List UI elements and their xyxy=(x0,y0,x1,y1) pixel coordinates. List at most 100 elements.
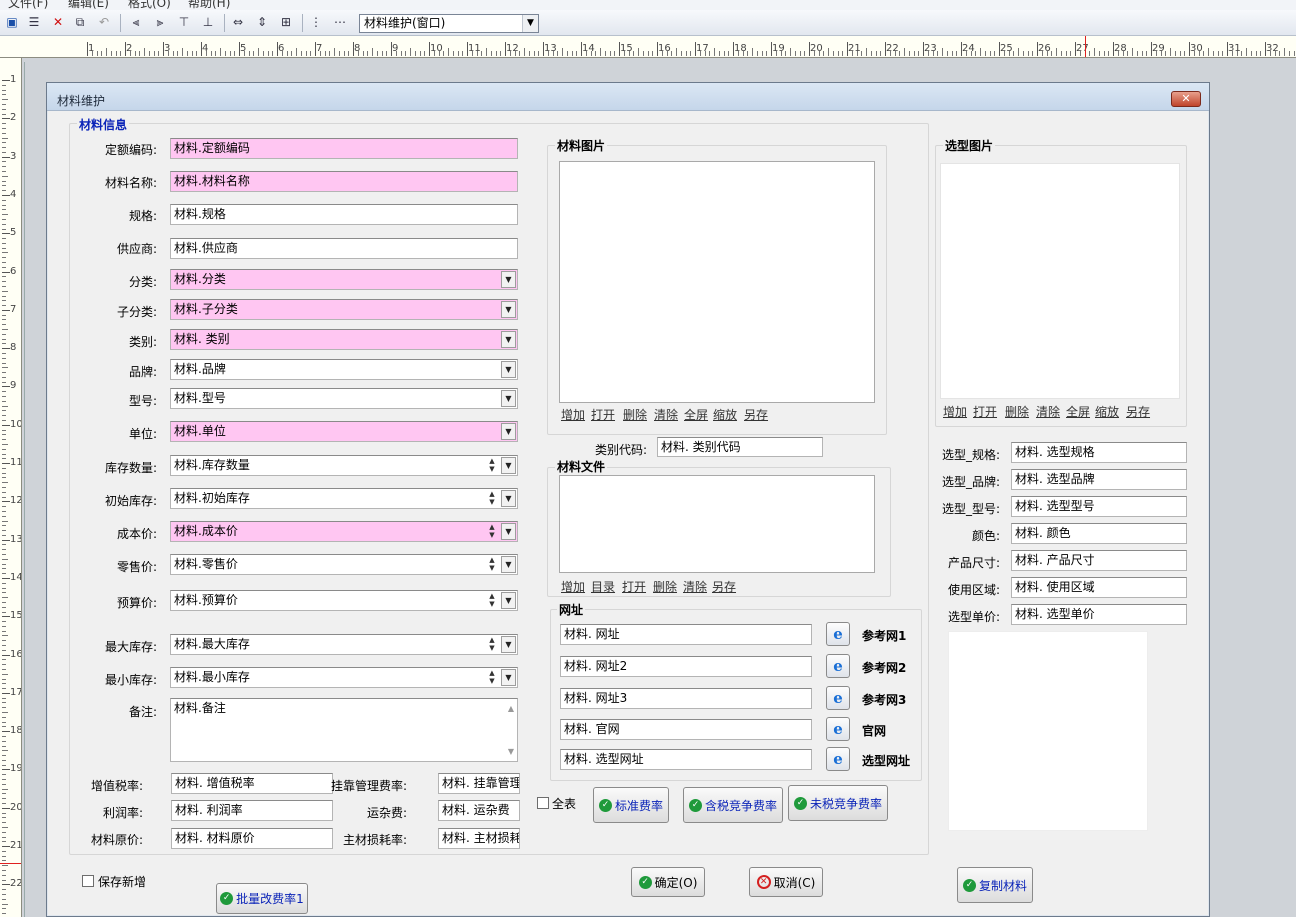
link-2[interactable]: 打开 xyxy=(622,578,646,595)
link-4[interactable]: 清除 xyxy=(683,578,707,595)
spin-down-icon[interactable]: ▼ xyxy=(485,531,499,539)
field-input[interactable]: 材料.型号 ▼ xyxy=(170,388,518,409)
link-5[interactable]: 缩放 xyxy=(713,406,737,423)
link-3[interactable]: 清除 xyxy=(1036,403,1060,420)
field-input[interactable]: 材料.最小库存 ▼ ▲ ▼ xyxy=(170,667,518,688)
url-input[interactable]: 材料. 网址3 xyxy=(560,688,812,709)
material-picture[interactable] xyxy=(559,161,875,403)
ok-button[interactable]: ✓ 确定(O) xyxy=(631,867,705,897)
rate-input[interactable]: 材料. 主材损耗 xyxy=(438,828,520,849)
field-input[interactable]: 材料.规格 xyxy=(170,204,518,225)
link-1[interactable]: 打开 xyxy=(591,406,615,423)
field-input[interactable]: 材料.定额编码 xyxy=(170,138,518,159)
spin-down-icon[interactable]: ▼ xyxy=(485,465,499,473)
field-input[interactable]: 材料.成本价 ▼ ▲ ▼ xyxy=(170,521,518,542)
spin-down-icon[interactable]: ▼ xyxy=(485,564,499,572)
copy-icon[interactable]: ⧉ xyxy=(72,14,88,30)
link-3[interactable]: 清除 xyxy=(654,406,678,423)
spin-up-icon[interactable]: ▲ xyxy=(485,669,499,677)
scroll-up-icon[interactable]: ▲ xyxy=(508,701,514,716)
spin-up-icon[interactable]: ▲ xyxy=(485,490,499,498)
menu-file[interactable]: 文件(F) xyxy=(8,0,48,10)
spin-up-icon[interactable]: ▲ xyxy=(485,523,499,531)
selection-input[interactable]: 材料. 选型品牌 xyxy=(1011,469,1187,490)
chevron-down-icon[interactable]: ▼ xyxy=(501,301,516,318)
selection-input[interactable]: 材料. 选型规格 xyxy=(1011,442,1187,463)
spin-up-icon[interactable]: ▲ xyxy=(485,556,499,564)
link-4[interactable]: 全屏 xyxy=(684,406,708,423)
chevron-down-icon[interactable]: ▼ xyxy=(501,490,516,507)
link-1[interactable]: 目录 xyxy=(591,578,615,595)
cancel-button[interactable]: ✕ 取消(C) xyxy=(749,867,823,897)
chevron-down-icon[interactable]: ▼ xyxy=(501,423,516,440)
link-0[interactable]: 增加 xyxy=(943,403,967,420)
field-input[interactable]: 材料.备注 ▲ ▼ xyxy=(170,698,518,762)
link-6[interactable]: 另存 xyxy=(744,406,768,423)
vertical-spacing-icon[interactable]: ⋮ xyxy=(308,14,324,30)
same-width-icon[interactable]: ⇔ xyxy=(230,14,246,30)
field-input[interactable]: 材料.单位 ▼ xyxy=(170,421,518,442)
menu-edit[interactable]: 编辑(E) xyxy=(68,0,109,10)
selection-input[interactable]: 材料. 颜色 xyxy=(1011,523,1187,544)
chevron-down-icon[interactable]: ▼ xyxy=(501,523,516,540)
url-input[interactable]: 材料. 网址 xyxy=(560,624,812,645)
url-input[interactable]: 材料. 选型网址 xyxy=(560,749,812,770)
link-2[interactable]: 删除 xyxy=(623,406,647,423)
menu-help[interactable]: 帮助(H) xyxy=(188,0,230,10)
chevron-down-icon[interactable]: ▼ xyxy=(501,331,516,348)
link-0[interactable]: 增加 xyxy=(561,578,585,595)
field-input[interactable]: 材料.材料名称 xyxy=(170,171,518,192)
field-input[interactable]: 材料.最大库存 ▼ ▲ ▼ xyxy=(170,634,518,655)
spin-down-icon[interactable]: ▼ xyxy=(485,600,499,608)
horizontal-spacing-icon[interactable]: ⋯ xyxy=(332,14,348,30)
taxed-competitive-rate-button[interactable]: ✓ 含税竞争费率 xyxy=(683,787,783,823)
spin-down-icon[interactable]: ▼ xyxy=(485,677,499,685)
selection-input[interactable]: 材料. 选型型号 xyxy=(1011,496,1187,517)
link-6[interactable]: 另存 xyxy=(1126,403,1150,420)
selection-picture[interactable] xyxy=(940,163,1180,399)
link-5[interactable]: 另存 xyxy=(712,578,736,595)
untaxed-competitive-rate-button[interactable]: ✓ 未税竞争费率 xyxy=(788,785,888,821)
chevron-down-icon[interactable]: ▼ xyxy=(501,457,516,474)
field-input[interactable]: 材料. 类别 ▼ xyxy=(170,329,518,350)
save-new-checkbox[interactable] xyxy=(82,875,94,887)
spin-down-icon[interactable]: ▼ xyxy=(485,498,499,506)
rate-input[interactable]: 材料. 挂靠管理 xyxy=(438,773,520,794)
spin-buttons[interactable]: ▲ ▼ xyxy=(485,592,499,609)
align-top-icon[interactable]: ⊤ xyxy=(176,14,192,30)
link-0[interactable]: 增加 xyxy=(561,406,585,423)
spin-up-icon[interactable]: ▲ xyxy=(485,636,499,644)
spin-up-icon[interactable]: ▲ xyxy=(485,592,499,600)
field-input[interactable]: 材料.初始库存 ▼ ▲ ▼ xyxy=(170,488,518,509)
url-input[interactable]: 材料. 网址2 xyxy=(560,656,812,677)
batch-rate-button[interactable]: ✓ 批量改费率1 xyxy=(216,883,308,914)
browser-icon[interactable]: e xyxy=(826,686,850,710)
browser-icon[interactable]: e xyxy=(826,747,850,771)
chevron-down-icon[interactable]: ▼ xyxy=(501,271,516,288)
spin-buttons[interactable]: ▲ ▼ xyxy=(485,669,499,686)
field-input[interactable]: 材料.品牌 ▼ xyxy=(170,359,518,380)
link-5[interactable]: 缩放 xyxy=(1095,403,1119,420)
link-2[interactable]: 删除 xyxy=(1005,403,1029,420)
spin-buttons[interactable]: ▲ ▼ xyxy=(485,523,499,540)
properties-icon[interactable]: ☰ xyxy=(26,14,42,30)
same-height-icon[interactable]: ⇕ xyxy=(254,14,270,30)
chevron-down-icon[interactable]: ▼ xyxy=(501,592,516,609)
spin-down-icon[interactable]: ▼ xyxy=(485,644,499,652)
field-input[interactable]: 材料.分类 ▼ xyxy=(170,269,518,290)
selection-input[interactable]: 材料. 产品尺寸 xyxy=(1011,550,1187,571)
scroll-down-icon[interactable]: ▼ xyxy=(508,744,514,759)
spin-up-icon[interactable]: ▲ xyxy=(485,457,499,465)
rate-input[interactable]: 材料. 运杂费 xyxy=(438,800,520,821)
field-input[interactable]: 材料.零售价 ▼ ▲ ▼ xyxy=(170,554,518,575)
spin-buttons[interactable]: ▲ ▼ xyxy=(485,556,499,573)
category-code-field[interactable]: 材料. 类别代码 xyxy=(657,437,823,457)
chevron-down-icon[interactable]: ▼ xyxy=(501,669,516,686)
browser-icon[interactable]: e xyxy=(826,717,850,741)
spin-buttons[interactable]: ▲ ▼ xyxy=(485,490,499,507)
menu-format[interactable]: 格式(O) xyxy=(128,0,171,10)
align-right-icon[interactable]: ⫸ xyxy=(152,14,168,30)
field-input[interactable]: 材料.子分类 ▼ xyxy=(170,299,518,320)
delete-icon[interactable]: ✕ xyxy=(50,14,66,30)
chevron-down-icon[interactable]: ▼ xyxy=(501,361,516,378)
